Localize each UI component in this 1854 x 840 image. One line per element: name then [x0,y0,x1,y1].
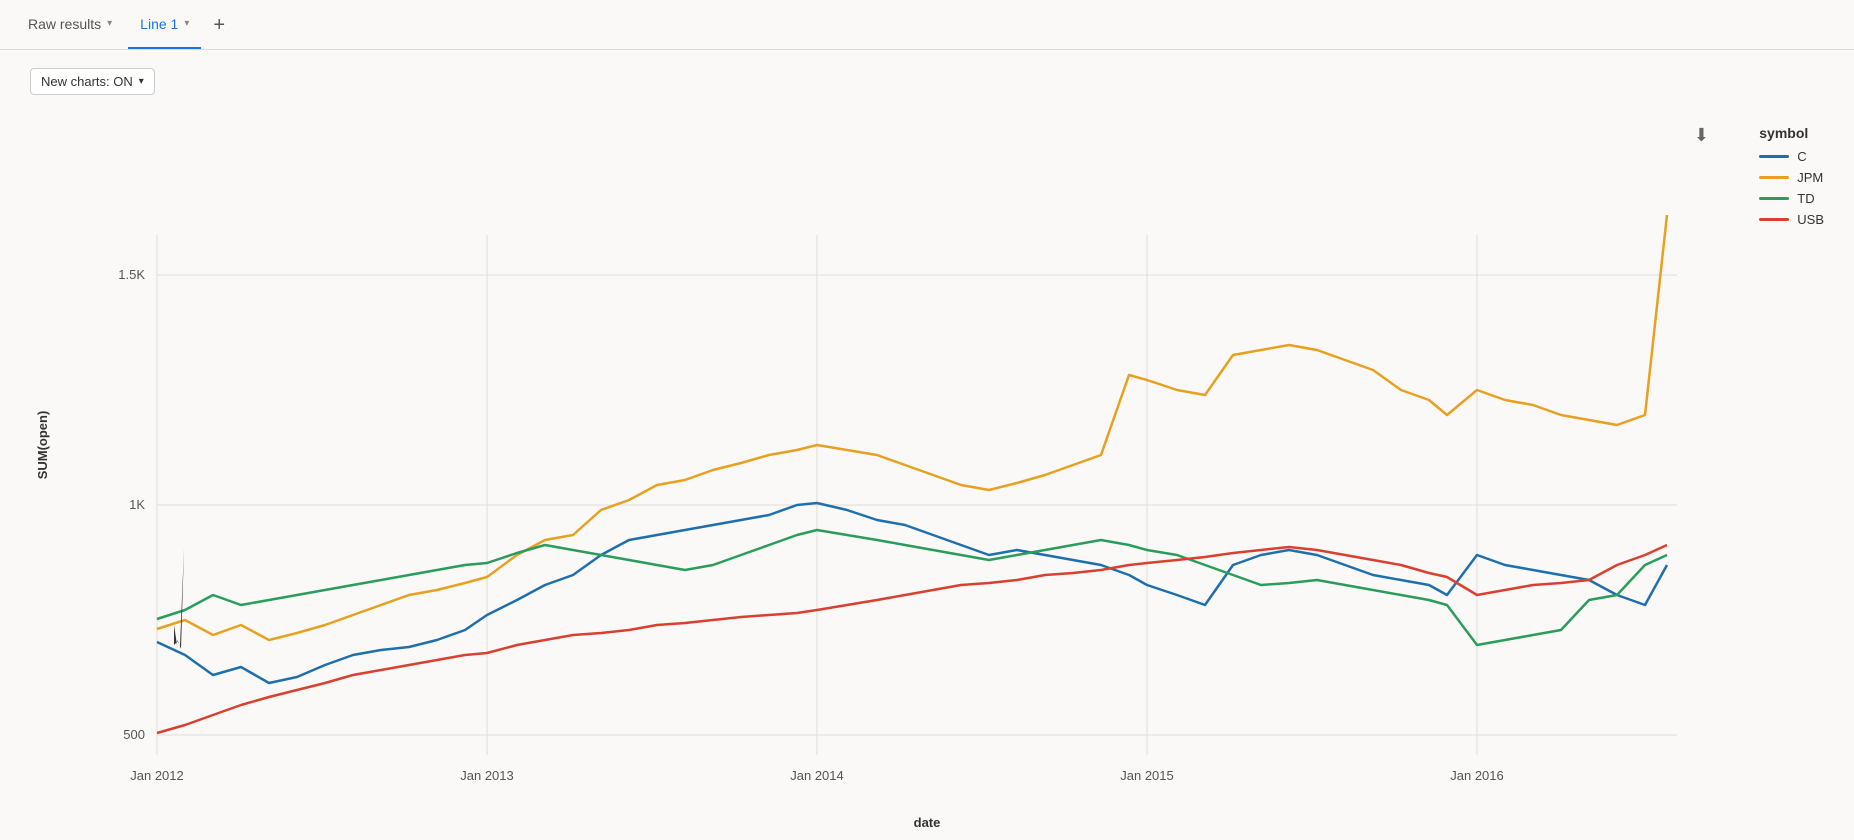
svg-text:Jan 2016: Jan 2016 [1450,768,1504,783]
tab-line-1-chevron: ▾ [184,18,189,29]
svg-text:500: 500 [123,727,145,742]
mouse-cursor [174,548,184,649]
new-charts-label: New charts: ON [41,74,133,89]
svg-text:Jan 2013: Jan 2013 [460,768,514,783]
svg-text:Jan 2015: Jan 2015 [1120,768,1174,783]
tab-raw-results-chevron: ▾ [107,18,112,29]
line-chart: 500 1K 1.5K Jan 2012 Jan 2013 Jan 2014 J… [77,135,1777,815]
svg-text:Jan 2012: Jan 2012 [130,768,184,783]
tab-line-1[interactable]: Line 1 ▾ [128,0,201,49]
svg-text:Jan 2014: Jan 2014 [790,768,844,783]
add-tab-button[interactable]: + [205,7,233,43]
chart-container: New charts: ON ▾ ⬇ symbol C JPM TD USB S… [0,50,1854,840]
tab-raw-results[interactable]: Raw results ▾ [16,0,124,49]
new-charts-chevron: ▾ [139,76,144,87]
chart-controls: New charts: ON ▾ [30,68,155,95]
svg-text:1.5K: 1.5K [118,267,145,282]
tab-bar: Raw results ▾ Line 1 ▾ + [0,0,1854,50]
tab-raw-results-label: Raw results [28,16,101,32]
line-USB [157,545,1667,733]
tab-line-1-label: Line 1 [140,16,178,32]
chart-svg-wrapper: 500 1K 1.5K Jan 2012 Jan 2013 Jan 2014 J… [0,110,1854,840]
new-charts-toggle[interactable]: New charts: ON ▾ [30,68,155,95]
svg-text:1K: 1K [129,497,145,512]
line-TD [157,530,1667,645]
